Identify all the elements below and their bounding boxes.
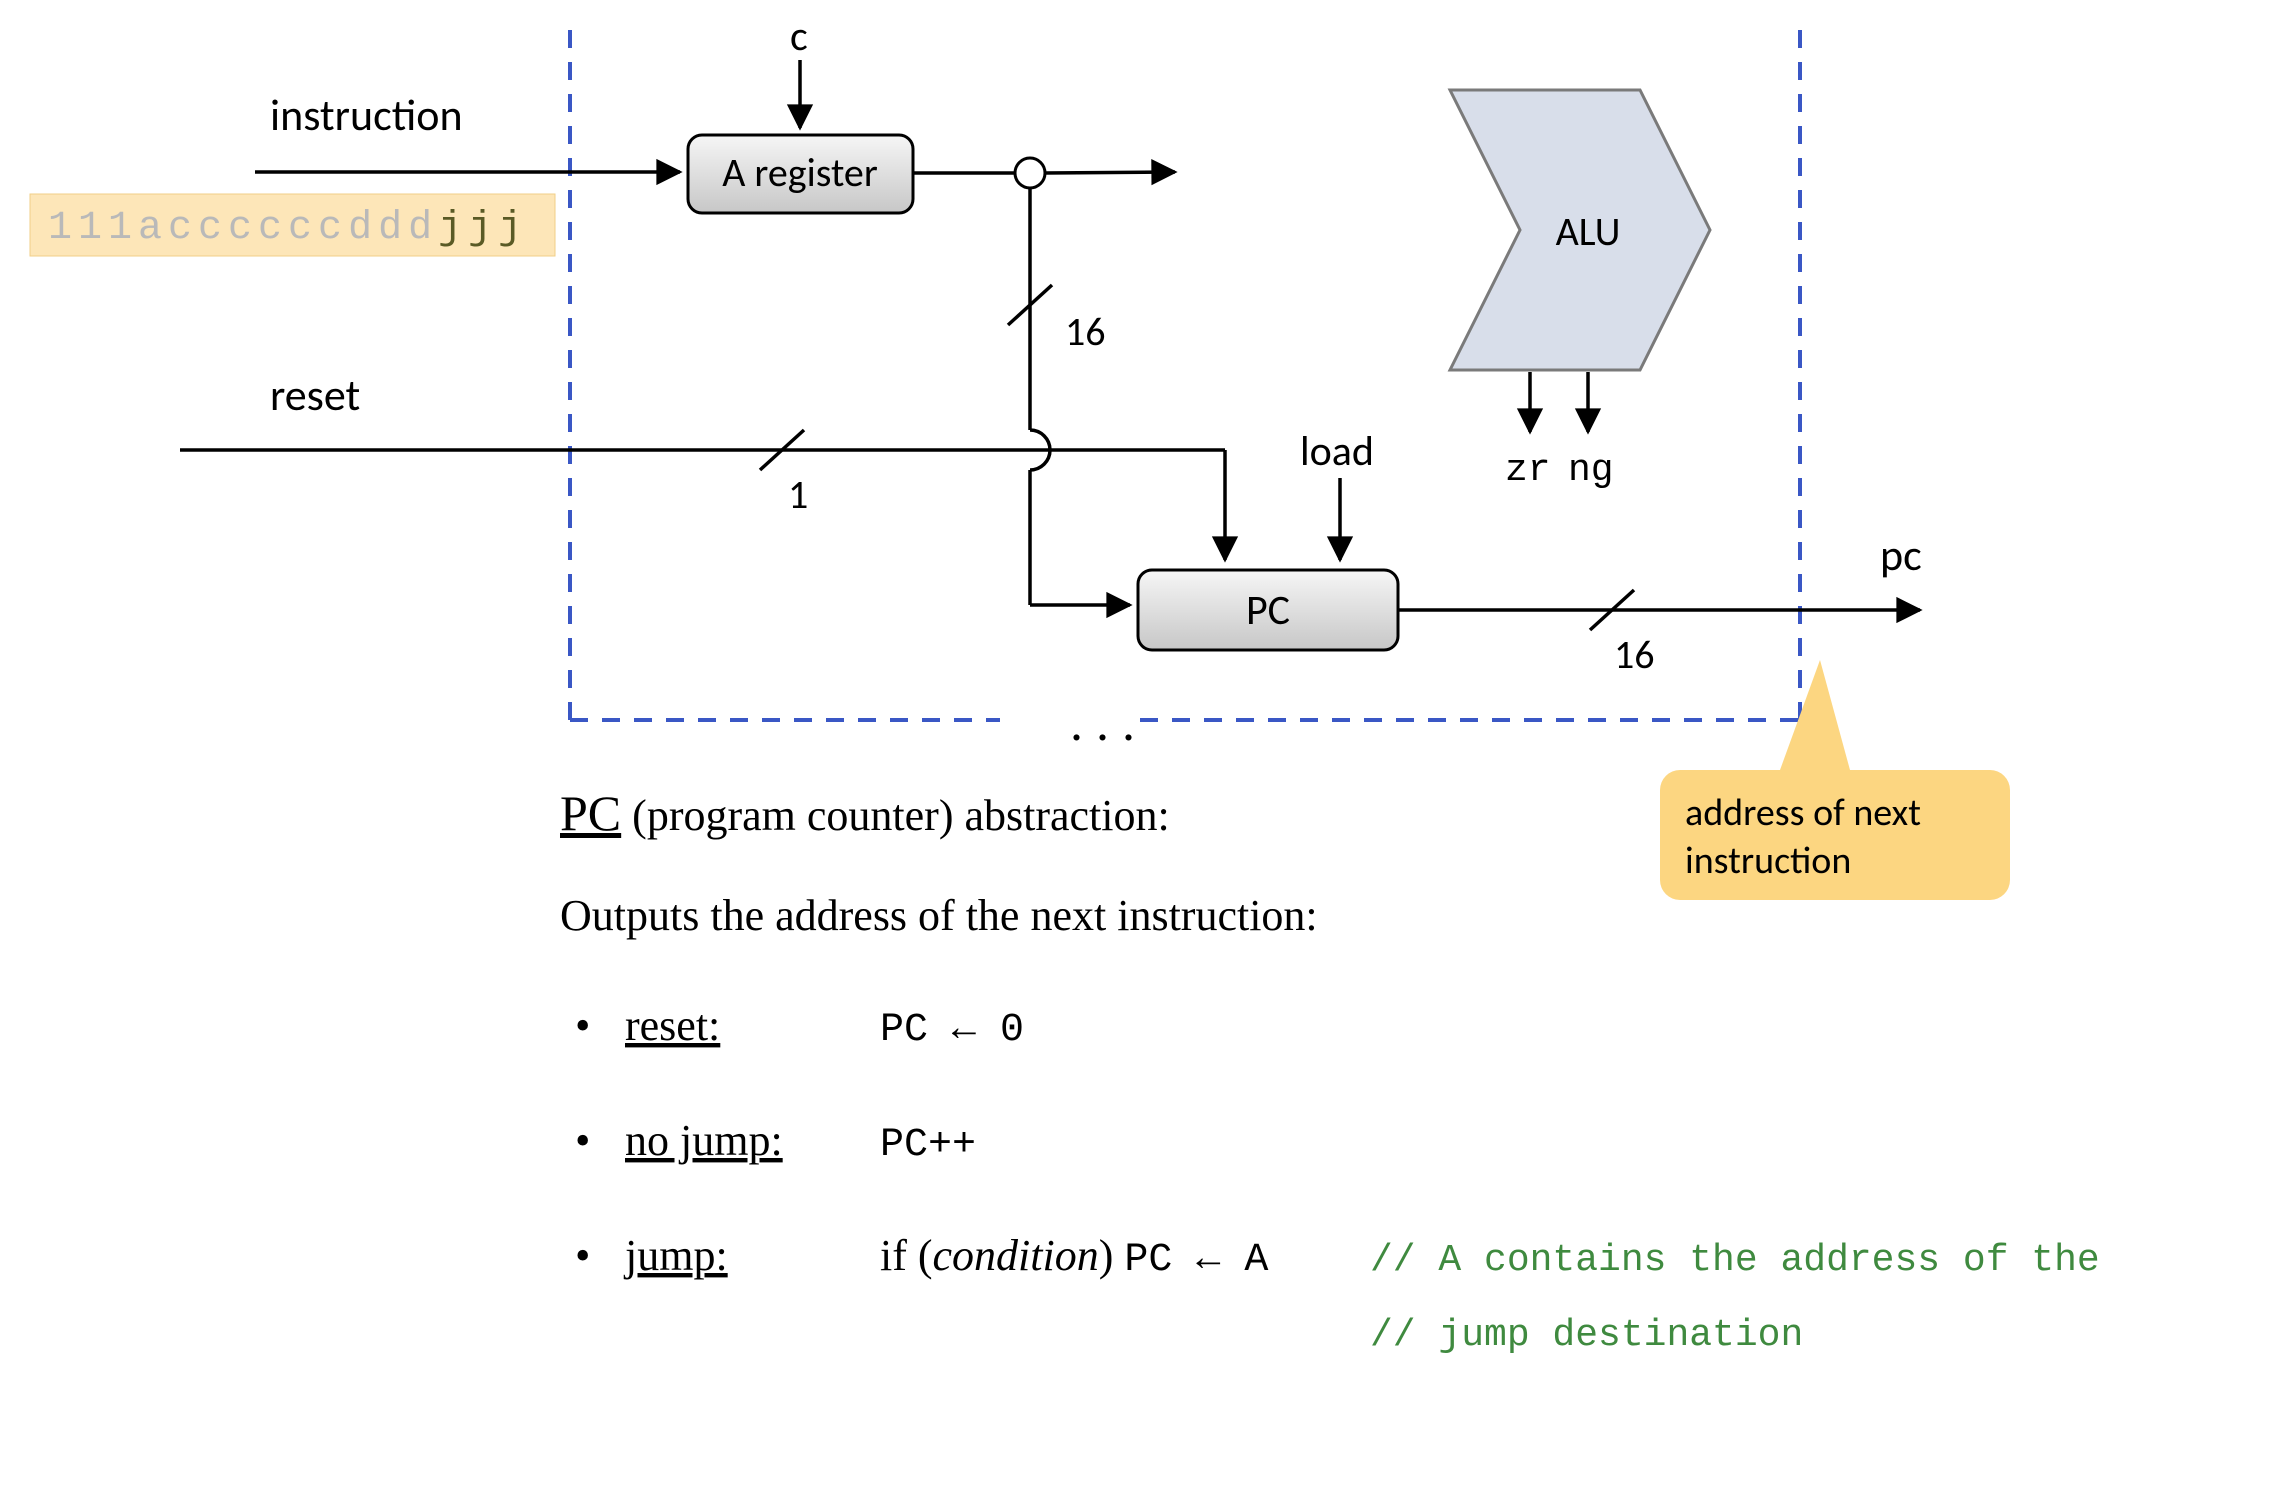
bus1-label: 1: [788, 470, 808, 519]
areg-right-wire: [1045, 172, 1175, 173]
pc-out-label: pc: [1880, 528, 1922, 582]
bullet-nojump-code: PC++: [880, 1123, 976, 1168]
instruction-bits: 111accccccdddjjj: [48, 206, 528, 251]
areg-down-wire: [1030, 188, 1130, 605]
svg-text:address of next: address of next: [1685, 790, 1921, 836]
a-register-block: A register: [688, 135, 913, 213]
junction-node: [1015, 158, 1045, 188]
bullet-reset-label: reset:: [625, 1001, 720, 1050]
pc-block: PC: [1138, 570, 1398, 650]
alu-block: ALU: [1450, 90, 1710, 370]
bus16-label-lower: 16: [1614, 630, 1655, 679]
load-label: load: [1300, 426, 1374, 477]
svg-text:instruction: instruction: [1685, 838, 1851, 884]
bullet-jump-label: jump:: [623, 1231, 728, 1280]
bullet-nojump-label: no jump:: [625, 1116, 783, 1165]
reset-wire: [180, 450, 1225, 560]
bullet-jump-comment1: // A contains the address of the: [1370, 1239, 2100, 1282]
bullet-jump-comment2: // jump destination: [1370, 1314, 1803, 1357]
alu-label: ALU: [1556, 207, 1621, 256]
boundary-dots: . . .: [1070, 695, 1135, 752]
ng-label: ng: [1568, 449, 1614, 492]
bullet-reset-code: PC ← 0: [880, 1008, 1024, 1053]
a-register-label: A register: [722, 148, 878, 197]
pc-box-label: PC: [1246, 585, 1290, 636]
heading-rest: (program counter) abstraction:: [621, 791, 1170, 840]
svg-text:•: •: [575, 1116, 590, 1165]
reset-label: reset: [270, 368, 360, 422]
svg-text:PC (program counter) abstracti: PC (program counter) abstraction:: [560, 785, 1170, 841]
bus16-label-upper: 16: [1065, 307, 1106, 356]
svg-text:•: •: [575, 1231, 590, 1280]
instruction-label: instruction: [270, 88, 463, 142]
heading-pc: PC: [560, 785, 621, 841]
line-outputs: Outputs the address of the next instruct…: [560, 891, 1318, 940]
svg-text:if (condition) PC ← A: if (condition) PC ← A: [880, 1231, 1268, 1283]
c-label: c: [790, 11, 808, 62]
callout-address: address of next instruction: [1660, 660, 2010, 900]
svg-text:•: •: [575, 1001, 590, 1050]
zr-label: zr: [1505, 449, 1551, 492]
